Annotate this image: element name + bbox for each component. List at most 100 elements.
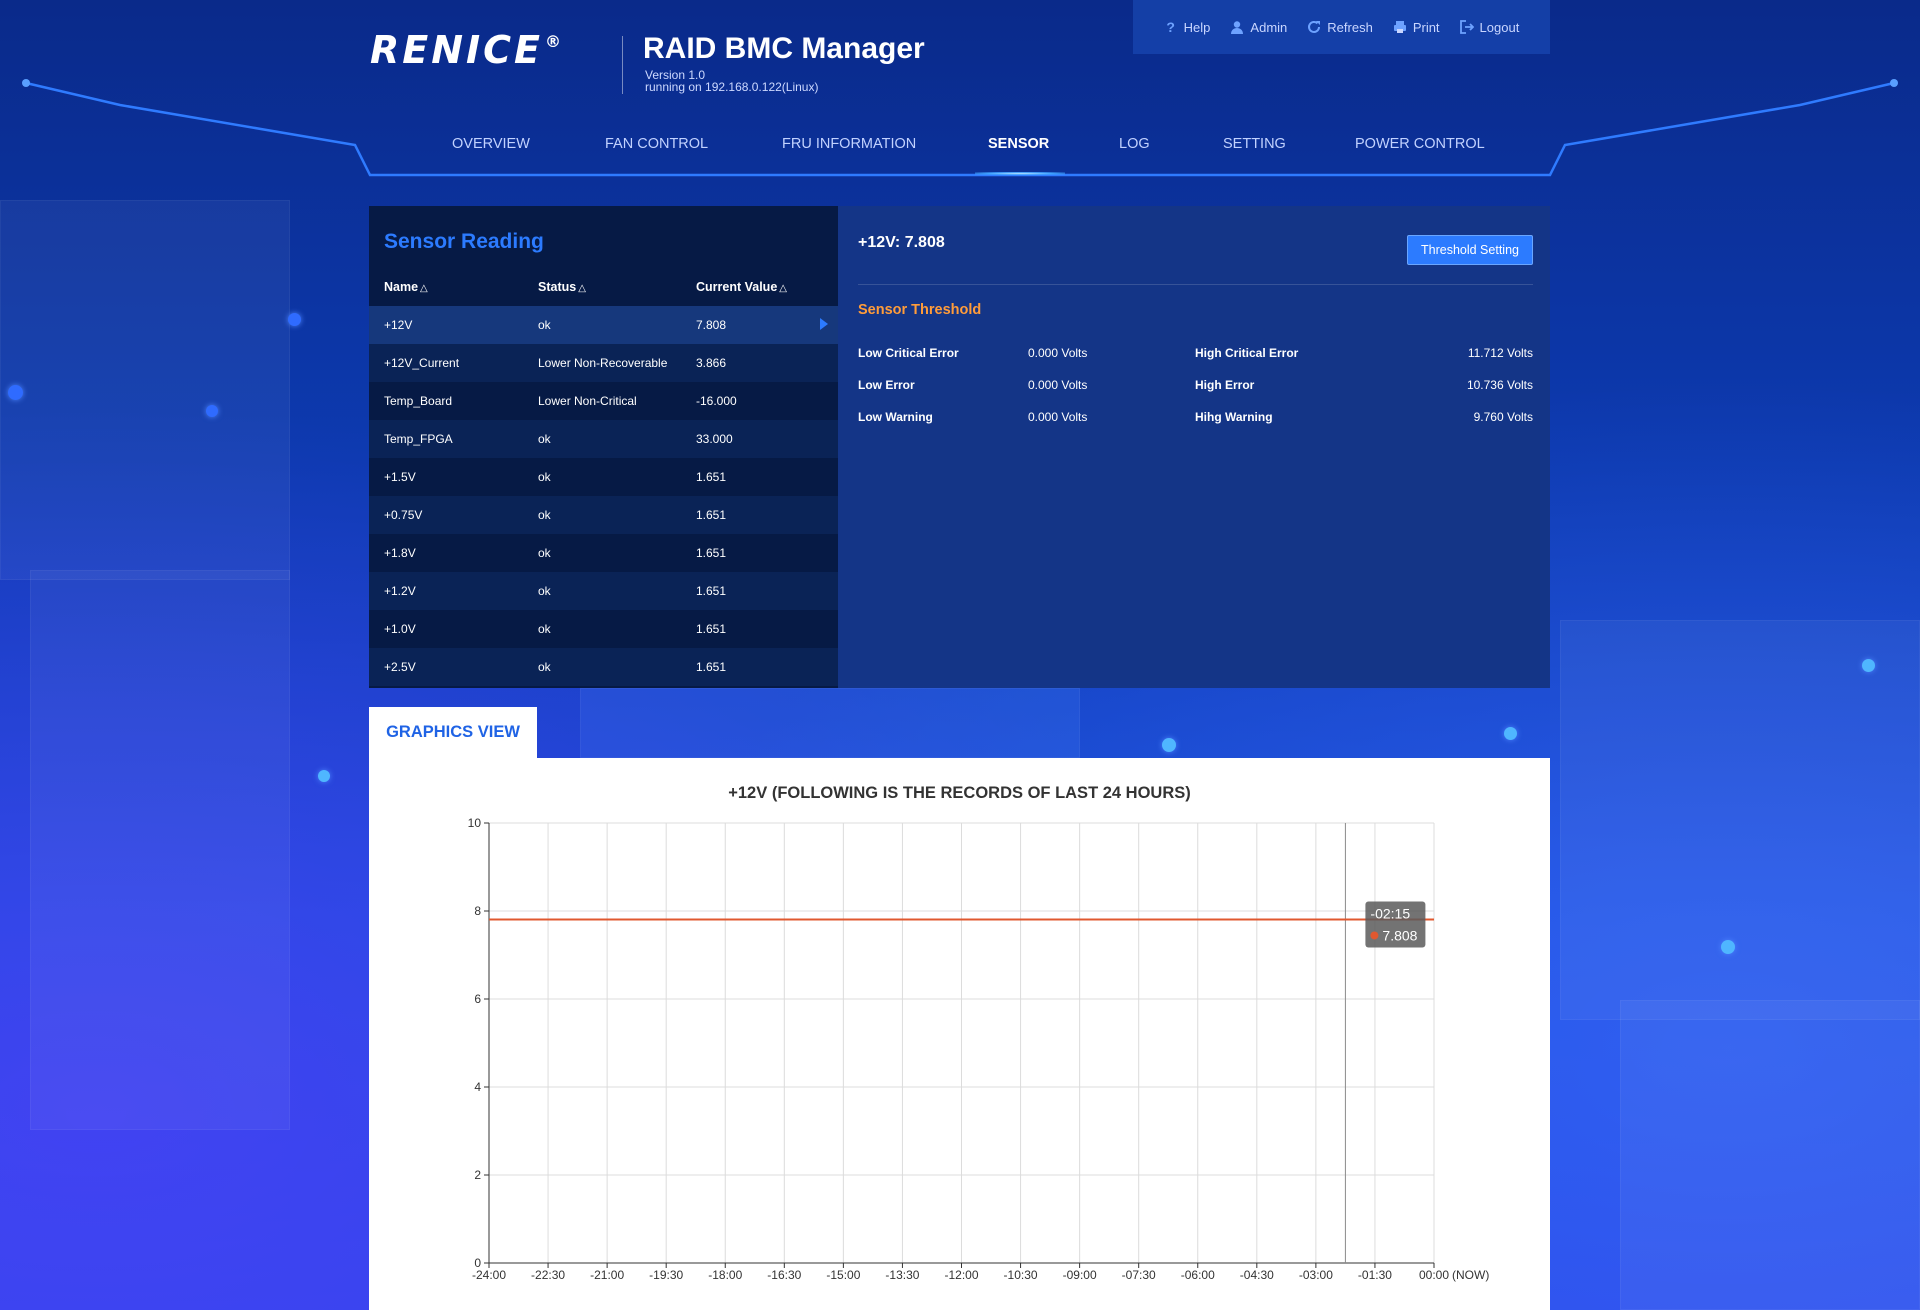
nav-fru-information[interactable]: FRU INFORMATION: [782, 136, 916, 152]
sensor-reading-table: Sensor Reading Name △ Status △ Current Val…: [369, 206, 838, 688]
nav-overview[interactable]: OVERVIEW: [452, 136, 530, 152]
table-row[interactable]: +1.0V ok 1.651: [369, 610, 838, 648]
x-tick-label: -06:00: [1181, 1268, 1215, 1282]
table-row[interactable]: Temp_Board Lower Non-Critical -16.000: [369, 382, 838, 420]
x-tick-label: -03:00: [1299, 1268, 1333, 1282]
divider: [858, 284, 1533, 285]
column-header-status[interactable]: Status △: [538, 280, 586, 294]
column-header-name[interactable]: Name △: [384, 280, 428, 294]
user-icon: [1230, 20, 1244, 34]
bg-panel: [0, 200, 290, 580]
threshold-value: 10.736 Volts: [1466, 378, 1533, 392]
tooltip-series-dot: [1370, 931, 1379, 940]
logout-link[interactable]: Logout: [1459, 20, 1519, 35]
header: RENICE ® RAID BMC Manager Version 1.0 run…: [0, 0, 1920, 180]
table-row[interactable]: +1.5V ok 1.651: [369, 458, 838, 496]
x-tick-label: -15:00: [826, 1268, 860, 1282]
admin-link[interactable]: Admin: [1230, 20, 1287, 35]
table-row[interactable]: +12V_Current Lower Non-Recoverable 3.866: [369, 344, 838, 382]
x-tick-label: -16:30: [767, 1268, 801, 1282]
bg-panel: [580, 688, 1080, 758]
threshold-value: 0.000 Volts: [1028, 378, 1088, 392]
nav-setting[interactable]: SETTING: [1223, 136, 1286, 152]
print-link[interactable]: Print: [1393, 20, 1440, 35]
bg-dot: [1162, 738, 1176, 752]
x-tick-label: -01:30: [1358, 1268, 1392, 1282]
help-link[interactable]: ? Help: [1164, 19, 1210, 35]
table-row[interactable]: +0.75V ok 1.651: [369, 496, 838, 534]
x-tick-label: -04:30: [1240, 1268, 1274, 1282]
bg-dot: [318, 770, 330, 782]
logout-icon: [1459, 20, 1474, 34]
bg-dot: [206, 405, 218, 417]
x-tick-label-now: (NOW): [1452, 1268, 1489, 1282]
brand-logo: RENICE ®: [370, 28, 565, 72]
threshold-value: 0.000 Volts: [1028, 410, 1088, 424]
sensor-detail: +12V: 7.808 Threshold Setting Sensor Thr…: [838, 206, 1550, 688]
x-tick-label: -07:30: [1122, 1268, 1156, 1282]
x-tick-label: -12:00: [944, 1268, 978, 1282]
x-tick-label: -13:30: [885, 1268, 919, 1282]
tooltip-value: 7.808: [1382, 927, 1417, 943]
y-tick-label: 2: [474, 1168, 481, 1182]
sensor-reading-title: Sensor Reading: [384, 230, 544, 253]
app-host-info: running on 192.168.0.122(Linux): [645, 80, 819, 94]
logo-divider: [622, 36, 623, 94]
help-icon: ?: [1166, 19, 1175, 35]
sensor-history-chart[interactable]: 0246810-24:00 -22:30 -21:00 -19:30 -18:00 -16…: [369, 758, 1550, 1310]
nav-fan-control[interactable]: FAN CONTROL: [605, 136, 708, 152]
nav-active-indicator: [975, 172, 1065, 175]
table-row[interactable]: +1.2V ok 1.651: [369, 572, 838, 610]
nav-log[interactable]: LOG: [1119, 136, 1150, 152]
threshold-value: 0.000 Volts: [1028, 346, 1088, 360]
bg-dot: [1504, 727, 1517, 740]
bg-panel: [30, 570, 290, 1130]
sensor-detail-heading: +12V: 7.808: [858, 234, 945, 251]
threshold-value: 11.712 Volts: [1467, 346, 1533, 360]
tab-graphics-view[interactable]: GRAPHICS VIEW: [369, 707, 537, 758]
threshold-label: Hihg Warning: [1195, 410, 1273, 424]
x-tick-label: -22:30: [531, 1268, 565, 1282]
x-tick-label: -21:00: [590, 1268, 624, 1282]
x-tick-label: -24:00: [472, 1268, 506, 1282]
x-tick-label: 00:00: [1419, 1268, 1449, 1282]
bg-panel: [1620, 1000, 1920, 1310]
print-icon: [1393, 20, 1407, 34]
y-tick-label: 8: [474, 904, 481, 918]
table-header: Name △ Status △ Current Value △: [369, 268, 838, 306]
sensor-threshold-title: Sensor Threshold: [858, 302, 982, 318]
threshold-setting-button[interactable]: Threshold Setting: [1407, 235, 1533, 265]
tooltip-time: -02:15: [1370, 905, 1410, 921]
sort-icon: △: [578, 283, 586, 294]
threshold-label: High Error: [1195, 378, 1255, 392]
table-row[interactable]: +2.5V ok 1.651: [369, 648, 838, 686]
bg-dot: [8, 385, 23, 400]
bg-dot: [288, 313, 301, 326]
y-tick-label: 6: [474, 992, 481, 1006]
main-nav: OVERVIEW FAN CONTROL FRU INFORMATION SEN…: [370, 130, 1550, 162]
table-body: +12V ok 7.808 +12V_Current Lower Non-Rec…: [369, 306, 838, 686]
threshold-label: Low Error: [858, 378, 915, 392]
refresh-icon: [1307, 20, 1321, 34]
bg-dot: [1862, 659, 1875, 672]
bg-dot: [1721, 940, 1735, 954]
bg-panel: [1560, 620, 1920, 1020]
nav-power-control[interactable]: POWER CONTROL: [1355, 136, 1485, 152]
top-toolbar: ? Help Admin Refresh Print Logout: [1133, 0, 1550, 54]
y-tick-label: 4: [474, 1080, 481, 1094]
x-tick-label: -19:30: [649, 1268, 683, 1282]
table-row[interactable]: +12V ok 7.808: [369, 306, 838, 344]
y-tick-label: 10: [468, 816, 482, 830]
refresh-link[interactable]: Refresh: [1307, 20, 1373, 35]
sensor-panel: Sensor Reading Name △ Status △ Current Val…: [369, 206, 1550, 688]
threshold-label: High Critical Error: [1195, 346, 1299, 360]
app-title: RAID BMC Manager: [643, 32, 925, 65]
table-row[interactable]: Temp_FPGA ok 33.000: [369, 420, 838, 458]
x-tick-label: -10:30: [1004, 1268, 1038, 1282]
threshold-value: 9.760 Volts: [1473, 410, 1533, 424]
graphics-view-panel: +12V (FOLLOWING IS THE RECORDS OF LAST 2…: [369, 758, 1550, 1310]
nav-sensor[interactable]: SENSOR: [988, 136, 1049, 152]
table-row[interactable]: +1.8V ok 1.651: [369, 534, 838, 572]
threshold-label: Low Critical Error: [858, 346, 959, 360]
column-header-current-value[interactable]: Current Value △: [696, 280, 787, 294]
